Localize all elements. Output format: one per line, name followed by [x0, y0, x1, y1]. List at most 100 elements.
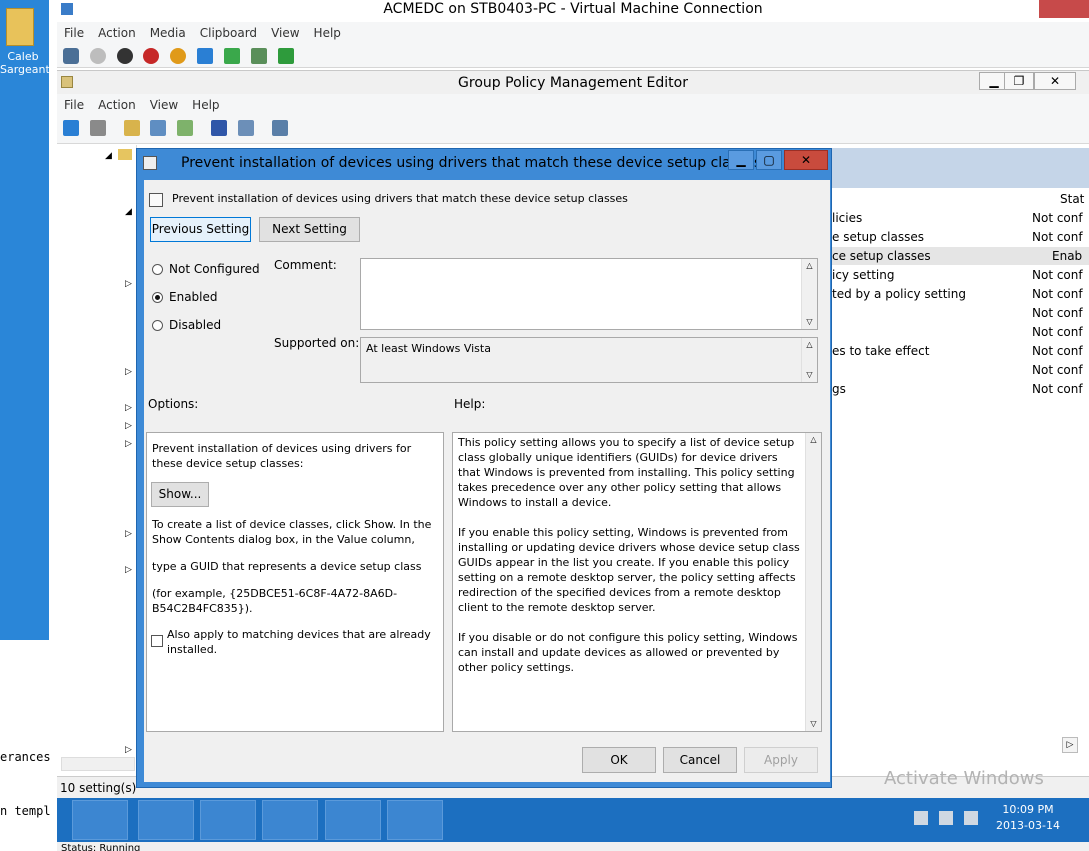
- snapshot-icon[interactable]: [250, 48, 267, 64]
- vm-toolbar: [57, 44, 1089, 68]
- back-icon[interactable]: [63, 120, 79, 136]
- radio-enabled[interactable]: [152, 292, 163, 303]
- settings-row[interactable]: ted by a policy setting: [832, 287, 966, 301]
- help-scrollbar[interactable]: △ ▽: [805, 433, 821, 731]
- help-paragraph-1: This policy setting allows you to specif…: [458, 436, 795, 509]
- vm-menubar: File Action Media Clipboard View Help: [57, 22, 1089, 44]
- tree-expand-icon[interactable]: ◢: [125, 207, 132, 217]
- tree-expand-icon[interactable]: ▷: [125, 367, 132, 377]
- help-icon[interactable]: [211, 120, 228, 136]
- tree-expand-icon[interactable]: ◢: [105, 151, 112, 161]
- volume-muted-icon[interactable]: [964, 811, 978, 825]
- server-manager-icon[interactable]: [72, 800, 128, 840]
- dialog-close-button[interactable]: ✕: [784, 150, 828, 170]
- vm-statusbar: Status: Running: [57, 842, 1089, 851]
- gpme-restore-button[interactable]: ❐: [1004, 72, 1034, 90]
- menu-clipboard[interactable]: Clipboard: [193, 22, 264, 44]
- options-para2: type a GUID that represents a device set…: [152, 560, 422, 573]
- policy-editor-icon[interactable]: [325, 800, 381, 840]
- folder-icon[interactable]: [6, 8, 34, 46]
- tree-expand-icon[interactable]: ▷: [125, 279, 132, 289]
- up-folder-icon[interactable]: [123, 120, 140, 136]
- comment-input[interactable]: △ ▽: [360, 258, 818, 330]
- settings-row-state: Not conf: [1032, 268, 1083, 282]
- help-paragraph-2: If you enable this policy setting, Windo…: [458, 526, 800, 614]
- settings-row[interactable]: gs: [832, 382, 846, 396]
- gpme-menubar: File Action View Help: [57, 94, 1089, 116]
- settings-row-state: Not conf: [1032, 325, 1083, 339]
- ctrl-alt-del-icon[interactable]: [63, 48, 79, 64]
- menu-media[interactable]: Media: [143, 22, 193, 44]
- dialog-minimize-button[interactable]: ▁: [728, 150, 754, 170]
- gpme-close-button[interactable]: ✕: [1034, 72, 1076, 90]
- gpmc-icon[interactable]: [262, 800, 318, 840]
- network-icon[interactable]: [939, 811, 953, 825]
- vm-close-button[interactable]: [1039, 0, 1089, 18]
- show-hide-tree-icon[interactable]: [150, 120, 167, 136]
- menu-help[interactable]: Help: [307, 22, 348, 44]
- start-icon[interactable]: [89, 48, 106, 64]
- scroll-right-icon[interactable]: ▷: [1062, 737, 1078, 753]
- comment-scrollbar[interactable]: △ ▽: [801, 259, 817, 329]
- settings-row-state: Not conf: [1032, 363, 1083, 377]
- reset-icon[interactable]: [223, 48, 240, 64]
- tree-expand-icon[interactable]: ▷: [125, 565, 132, 575]
- settings-row[interactable]: icy setting: [832, 268, 894, 282]
- tree-horizontal-scrollbar[interactable]: [61, 757, 135, 771]
- tree-pane[interactable]: ◢ ◢ ▷ ▷ ▷ ▷ ▷ ▷ ▷ ▷: [57, 145, 137, 775]
- comment-label: Comment:: [274, 258, 337, 272]
- save-icon[interactable]: [170, 48, 187, 64]
- menu-file[interactable]: File: [57, 94, 91, 116]
- apply-installed-checkbox[interactable]: [151, 635, 163, 647]
- turn-off-icon[interactable]: [116, 48, 133, 64]
- menu-action[interactable]: Action: [91, 94, 143, 116]
- file-explorer-icon[interactable]: [200, 800, 256, 840]
- filter-icon[interactable]: [271, 120, 288, 136]
- settings-row[interactable]: e setup classes: [832, 230, 924, 244]
- next-setting-button[interactable]: Next Setting: [259, 217, 360, 242]
- forward-icon[interactable]: [89, 120, 106, 136]
- properties-icon[interactable]: [237, 120, 254, 136]
- options-intro: Prevent installation of devices using dr…: [152, 442, 412, 470]
- tree-expand-icon[interactable]: ▷: [125, 439, 132, 449]
- supported-on-label: Supported on:: [274, 336, 360, 350]
- options-label: Options:: [148, 397, 199, 411]
- ok-button[interactable]: OK: [582, 747, 656, 773]
- radio-not-configured-label: Not Configured: [169, 262, 260, 276]
- radio-disabled[interactable]: [152, 320, 163, 331]
- menu-action[interactable]: Action: [91, 22, 143, 44]
- gpme-window-icon: [61, 76, 73, 88]
- menu-view[interactable]: View: [143, 94, 185, 116]
- settings-row-state: Not conf: [1032, 382, 1083, 396]
- pause-icon[interactable]: [197, 48, 214, 64]
- tree-expand-icon[interactable]: ▷: [125, 421, 132, 431]
- taskbar-clock[interactable]: 10:09 PM 2013-03-14: [996, 802, 1060, 834]
- settings-row[interactable]: es to take effect: [832, 344, 929, 358]
- apply-button[interactable]: Apply: [744, 747, 818, 773]
- host-background: [0, 640, 57, 851]
- column-header-state[interactable]: Stat: [1060, 192, 1084, 206]
- powershell-icon[interactable]: [138, 800, 194, 840]
- revert-icon[interactable]: [277, 48, 294, 64]
- supported-on-field: At least Windows Vista △ ▽: [360, 337, 818, 383]
- export-list-icon[interactable]: [177, 120, 194, 136]
- cancel-button[interactable]: Cancel: [663, 747, 737, 773]
- radio-not-configured[interactable]: [152, 264, 163, 275]
- previous-setting-button[interactable]: Previous Setting: [150, 217, 251, 242]
- menu-file[interactable]: File: [57, 22, 91, 44]
- settings-row[interactable]: licies: [832, 211, 862, 225]
- tree-expand-icon[interactable]: ▷: [125, 529, 132, 539]
- settings-row-state: Not conf: [1032, 344, 1083, 358]
- menu-view[interactable]: View: [264, 22, 306, 44]
- action-center-icon[interactable]: [914, 811, 928, 825]
- tree-expand-icon[interactable]: ▷: [125, 403, 132, 413]
- show-button[interactable]: Show...: [151, 482, 209, 507]
- dialog-maximize-button[interactable]: ▢: [756, 150, 782, 170]
- shutdown-icon[interactable]: [143, 48, 160, 64]
- settings-row[interactable]: ce setup classes: [832, 249, 931, 263]
- menu-help[interactable]: Help: [185, 94, 226, 116]
- tree-expand-icon[interactable]: ▷: [125, 745, 132, 755]
- supported-scrollbar[interactable]: △ ▽: [801, 338, 817, 382]
- settings-row-state: Not conf: [1032, 230, 1083, 244]
- policy-document-icon[interactable]: [387, 800, 443, 840]
